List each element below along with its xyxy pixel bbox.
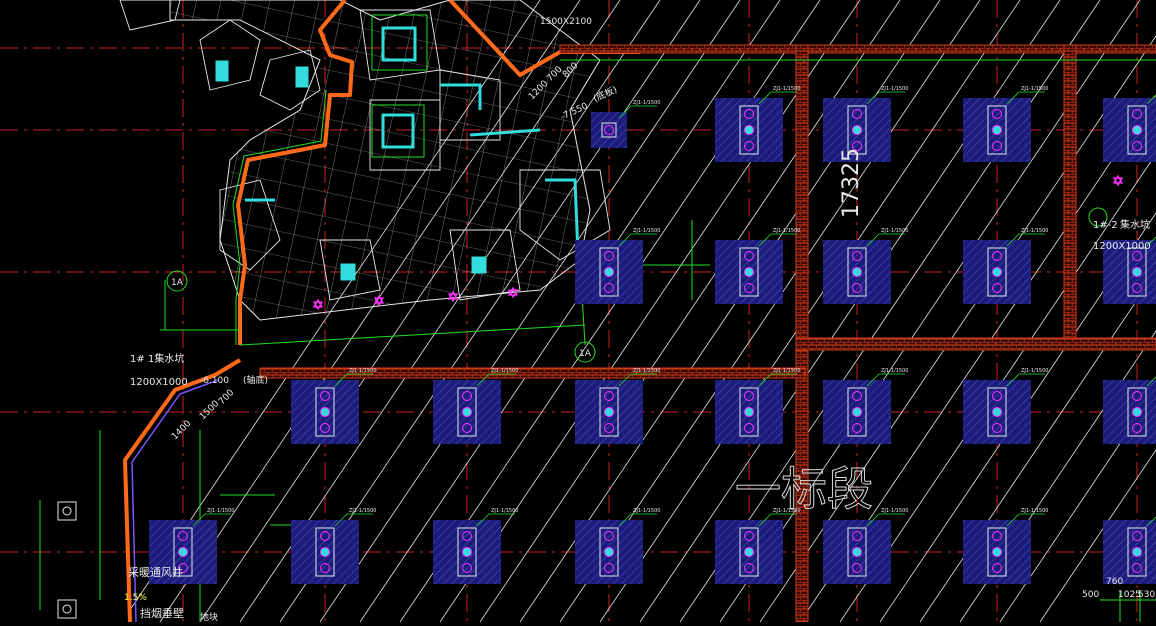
pile-cap-hatch <box>1103 98 1156 162</box>
dim-760: 760 <box>1106 577 1123 587</box>
left-side-pile-symbols <box>57 501 77 619</box>
pile-tag: ZJ1-1/1500 <box>1021 228 1048 234</box>
pile-tag: ZJ1-1/1500 <box>349 368 376 374</box>
pile-marker <box>1132 547 1142 557</box>
pile-marker <box>852 125 862 135</box>
elev-mid-note: (底板) <box>591 83 619 104</box>
pile-cap[interactable]: ZJ1-1/1500 <box>963 228 1048 304</box>
bottom-note-2: 挡烟垂壁 <box>140 606 184 620</box>
sump-left-id: 1# <box>130 354 145 365</box>
pile-marker <box>604 407 614 417</box>
pile-tag: ZJ1-1/1500 <box>633 508 660 514</box>
pile-tag: ZJ1-1/1500 <box>349 508 376 514</box>
pile-marker <box>992 407 1002 417</box>
pile-tag: ZJ1-1/1500 <box>1021 86 1048 92</box>
pile-cap[interactable]: ZJ1-1/1500 <box>575 508 660 584</box>
pile-marker <box>462 407 472 417</box>
dim-500: 500 <box>1082 590 1099 600</box>
pile-marker <box>744 547 754 557</box>
pile-marker <box>852 267 862 277</box>
pile-cap[interactable]: ZJ1-1/1500 <box>963 508 1048 584</box>
pile-marker <box>744 125 754 135</box>
slope-note: 1.5% <box>124 593 147 603</box>
pile-marker <box>320 547 330 557</box>
pile-cap[interactable]: ZJ1-1/1500 <box>433 508 518 584</box>
pile-cap[interactable]: ZJ1-1/1500 <box>1103 508 1156 584</box>
pile-cap[interactable]: ZJ1-1/1500 <box>823 86 908 162</box>
pile-cap[interactable]: ZJ1-1/1500 <box>963 86 1048 162</box>
pile-marker <box>604 267 614 277</box>
sump-right-id: 1#-2 <box>1093 220 1118 231</box>
pile-cap-hatch <box>1103 520 1156 584</box>
pile-cap[interactable]: ZJ1-1/1500 <box>715 86 800 162</box>
pile-tag: ZJ1-1/1500 <box>773 368 800 374</box>
pile-cap-hatch <box>1103 380 1156 444</box>
dim-1400: 1400 <box>170 419 193 442</box>
pile-tag: ZJ1-1/1500 <box>1021 368 1048 374</box>
pile-marker <box>320 407 330 417</box>
pile-cap[interactable]: ZJ1-1/1500 <box>715 228 800 304</box>
pile-marker <box>604 547 614 557</box>
pile-marker <box>744 267 754 277</box>
pile-tag: ZJ1-1/1500 <box>773 228 800 234</box>
pile-marker <box>852 407 862 417</box>
elev-left-note: (轴底) <box>243 374 268 386</box>
pile-tag: ZJ1-1/1500 <box>881 508 908 514</box>
section-label: 一标段 <box>735 462 873 516</box>
pile-tag: ZJ1-1/1500 <box>881 86 908 92</box>
pile-cap[interactable]: ZJ1-1/1500 <box>963 368 1048 444</box>
elev-left: -6.100 <box>200 376 229 386</box>
axis-bubble-left[interactable]: 1A <box>166 270 188 292</box>
pile-marker <box>992 547 1002 557</box>
pile-marker <box>992 267 1002 277</box>
pile-tag: ZJ1-1/1500 <box>633 100 660 106</box>
axis-bubble-mid-label: 1A <box>579 349 592 359</box>
pile-tag: ZJ1-1/1500 <box>633 228 660 234</box>
pile-marker <box>992 125 1002 135</box>
pile-tag: ZJ1-1/1500 <box>881 368 908 374</box>
axis-bubble-left-label: 1A <box>171 278 184 288</box>
pile-marker <box>462 547 472 557</box>
pile-tag: ZJ1-1/1500 <box>491 508 518 514</box>
pile-marker <box>852 547 862 557</box>
pile-tag: ZJ1-1/1500 <box>773 86 800 92</box>
pile-marker <box>744 407 754 417</box>
pile-cap[interactable]: ZJ1-1/1500 <box>591 100 660 148</box>
pile-marker <box>1132 125 1142 135</box>
sump-left-size: 1200X1000 <box>130 377 188 388</box>
pile-cap[interactable]: ZJ1-1/1500 <box>575 228 660 304</box>
pile-cap[interactable]: ZJ1-1/1500 <box>291 508 376 584</box>
dim-530: 530 <box>1138 590 1155 600</box>
misc-note: 地块 <box>200 611 218 622</box>
pile-cap[interactable]: ZJ1-1/1500 <box>715 508 800 584</box>
pile-cap[interactable]: ZJ1-1/1500 <box>1103 368 1156 444</box>
pile-cap[interactable]: ZJ1-1/1500 <box>823 368 908 444</box>
cad-svg: ZJ1-1/1500 ZJ1-1/1500 ZJ1-1/1500 ZJ1-1/1500… <box>0 0 1156 623</box>
pile-tag: ZJ1-1/1500 <box>1021 508 1048 514</box>
dim-700: 700 <box>217 388 236 407</box>
pile-tag: ZJ1-1/1500 <box>633 368 660 374</box>
pile-marker <box>1132 267 1142 277</box>
sump-right-label: 集水坑 <box>1120 218 1150 231</box>
pile-cap-hatch <box>591 112 627 148</box>
pile-cap[interactable]: ZJ1-1/1500 <box>823 228 908 304</box>
pile-cap[interactable]: ZJ1-1/1500 <box>1103 86 1156 162</box>
pile-marker <box>1132 407 1142 417</box>
cad-drawing-canvas[interactable]: ZJ1-1/1500 ZJ1-1/1500 ZJ1-1/1500 ZJ1-1/1500… <box>0 0 1156 623</box>
pile-tag: ZJ1-1/1500 <box>491 368 518 374</box>
pile-cap[interactable]: ZJ1-1/1500 <box>1103 228 1156 304</box>
pile-tag: ZJ1-1/1500 <box>881 228 908 234</box>
pile-cap[interactable]: ZJ1-1/1500 <box>715 368 800 444</box>
top-size-label: 1500X2100 <box>540 17 592 27</box>
pile-cap[interactable]: ZJ1-1/1500 <box>823 508 908 584</box>
tower-footprint[interactable] <box>119 0 611 321</box>
sump-right-size: 1200X1000 <box>1093 241 1151 252</box>
dim-17325: 17325 <box>839 148 864 218</box>
pile-tag: ZJ1-1/1500 <box>207 508 234 514</box>
bottom-note-1: 采暖通风井 <box>128 565 183 579</box>
pile-marker <box>178 547 188 557</box>
sump-left-label: 1集水坑 <box>148 352 184 365</box>
